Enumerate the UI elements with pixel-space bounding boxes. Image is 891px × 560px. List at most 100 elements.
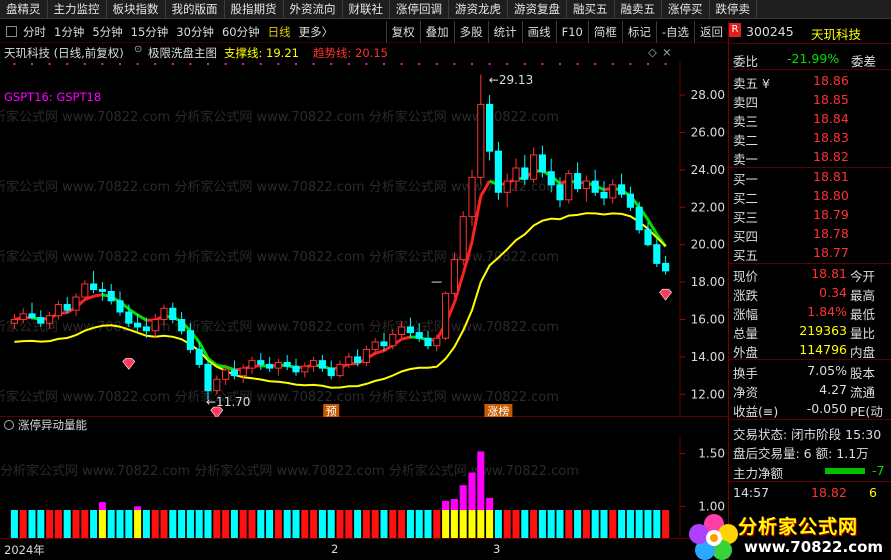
indicator-bar [257,510,265,538]
indicator-bar [239,510,247,538]
y-tick-label: 18.00 [691,275,725,289]
bid-price[interactable]: 18.77 [813,245,849,260]
close-icon[interactable]: × [662,45,672,59]
chart-title-bar: 天玑科技 (日线,前复权) ⊙ 极限洗盘主图 支撑线: 19.21 趋势线: 2… [0,43,728,61]
period-tab[interactable]: 30分钟 [176,24,214,40]
diamond-icon[interactable]: ◇ [648,45,657,59]
stat-label: 换手 [733,366,759,381]
toolbar-button[interactable]: 叠加 [419,21,454,43]
signal-dot [295,63,297,65]
top-menu-item[interactable]: 游资复盘 [508,0,567,19]
bid-price[interactable]: 18.80 [813,188,849,203]
y-tick-label: 28.00 [691,88,725,102]
quote-row: 盘后交易量: 6 额: 1.1万 [729,442,891,461]
bid-label: 买二 [733,191,759,206]
candle-down [116,300,124,313]
bid-price[interactable]: 18.79 [813,207,849,222]
ask-price[interactable]: 18.85 [813,92,849,107]
stock-terminal-window: 盘精灵 主力监控 板块指数 我的版面 股指期货 外资流向 财联社 涨停回调 游资龙虎 游资复盘 融买… [0,0,891,560]
toolbar-button[interactable]: 画线 [521,21,556,43]
candle-up [81,283,89,298]
toolbar-button[interactable]: 多股 [453,21,488,43]
signal-dot [506,63,509,65]
stat-label: 涨跌 [733,288,759,303]
period-tab[interactable]: 60分钟 [222,24,260,40]
toggle-square-icon[interactable] [6,26,17,37]
indicator-name[interactable]: 极限洗盘主图 [148,45,217,61]
signal-dot [594,63,597,65]
quote-row: 主力净额 -7 [729,462,891,481]
candle-up [512,167,520,182]
top-menu-item[interactable]: 涨停买 [662,0,710,19]
candle-up [389,333,397,347]
indicator-bar [116,510,124,538]
signal-dot [629,63,632,65]
indicator-bar [37,510,45,538]
top-menu-item[interactable]: 外资流向 [284,0,343,19]
indicator-bar [653,510,661,538]
ask-label: 卖一 [733,152,759,167]
toolbar-button[interactable]: 简框 [587,21,622,43]
stat-label: 今开 [850,269,876,284]
top-menu-item[interactable]: 主力监控 [48,0,107,19]
toolbar-button[interactable]: F10 [555,21,588,43]
top-menu-item[interactable]: 我的版面 [166,0,225,19]
indicator-dropdown-icon[interactable]: ⊙ [134,44,142,55]
svg-text:涨榜: 涨榜 [487,404,509,417]
quote-row: 买二 18.80 [729,187,891,206]
indicator-bar [248,510,256,538]
indicator-bar [354,510,362,538]
stock-name: 天玑科技 [811,27,862,42]
top-menu-item[interactable]: 融卖五 [615,0,662,19]
toolbar-button[interactable]: 统计 [487,21,522,43]
indicator-bar-spike [442,501,450,510]
candle-up [46,315,54,324]
period-tab[interactable]: 日线 [268,24,291,40]
period-tab[interactable]: 5分钟 [92,24,122,40]
bid-price[interactable]: 18.78 [813,226,849,241]
period-tab[interactable]: 分时 [23,24,46,40]
period-tab[interactable]: 15分钟 [131,24,169,40]
signal-dot [488,63,491,65]
toolbar-button[interactable]: 返回 [694,21,728,43]
candle-down [318,360,326,369]
ask-price[interactable]: 18.82 [813,149,849,164]
top-menu-item[interactable]: 盘精灵 [0,0,48,19]
top-menu-item[interactable]: 跌停卖 [710,0,757,19]
stat-value: 1.84% [807,304,847,319]
top-menu-item[interactable]: 财联社 [343,0,390,19]
price-chart[interactable]: 分析家公式网 www.70822.com 分析家公式网 www.70822.co… [0,61,728,417]
r-badge: R [729,23,741,37]
ask-price[interactable]: 18.86 [813,73,849,88]
indicator-bar-spike [459,485,467,510]
toolbar-button[interactable]: -自选 [655,21,694,43]
candle-down [186,330,194,350]
y-tick-label: 22.00 [691,200,725,214]
toolbar-button[interactable]: 标记 [621,21,656,43]
toolbar-button[interactable]: 复权 [385,21,420,43]
period-tab[interactable]: 更多〉 [299,24,334,40]
bid-price[interactable]: 18.81 [813,169,849,184]
top-menu-item[interactable]: 融买五 [567,0,615,19]
candle-down [283,362,291,367]
candle-down [292,365,300,373]
period-tab[interactable]: 1分钟 [54,24,84,40]
top-menu-item[interactable]: 涨停回调 [390,0,449,19]
indicator-bar [468,510,476,538]
quote-row: 卖二 18.83 [729,129,891,148]
top-menu-item[interactable]: 游资龙虎 [449,0,508,19]
indicator-bar [530,510,538,538]
volume-indicator-chart[interactable]: 1.501.00分析家公式网 www.70822.com 分析家公式网 www.… [0,435,728,538]
divider [729,419,891,420]
top-menu-item[interactable]: 板块指数 [107,0,166,19]
top-menu-item[interactable]: 股指期货 [225,0,284,19]
ask-price[interactable]: 18.84 [813,111,849,126]
candle-up [609,184,617,199]
signal-dot [647,63,649,65]
quote-row: 卖四 18.85 [729,91,891,110]
ask-label: 卖三 [733,114,759,129]
signal-dot [31,63,33,65]
candle-down [424,337,432,347]
indicator-menu-icon[interactable] [4,420,14,430]
ask-price[interactable]: 18.83 [813,130,849,145]
